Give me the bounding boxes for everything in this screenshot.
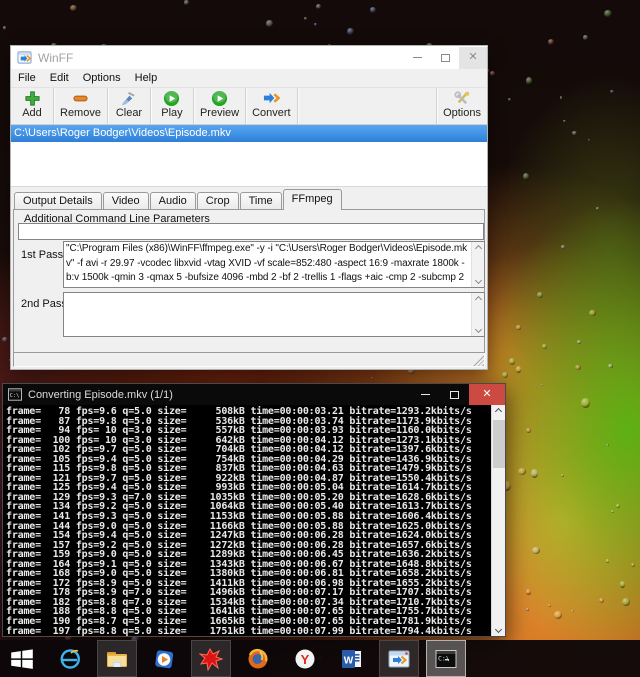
tab-ffmpeg[interactable]: FFmpeg (283, 189, 342, 210)
console-maximize-button[interactable] (440, 384, 469, 405)
second-pass-scrollbar[interactable] (471, 293, 484, 336)
status-bar (13, 352, 485, 367)
console-titlebar[interactable]: C:\ Converting Episode.mkv (1/1) ✕ (3, 384, 505, 405)
word-icon: W (340, 647, 364, 671)
svg-text:C:\: C:\ (10, 393, 19, 399)
maximize-icon (450, 391, 459, 399)
svg-text:C:\: C:\ (438, 654, 450, 662)
svg-text:W: W (344, 655, 354, 666)
tab-crop[interactable]: Crop (197, 192, 239, 209)
toolbar: Add Remove Clear Play Preview Convert (11, 87, 487, 125)
first-pass-label: 1st Pass (21, 249, 63, 261)
resize-grip[interactable] (473, 355, 484, 366)
scroll-up-icon (474, 245, 481, 252)
console-window: C:\ Converting Episode.mkv (1/1) ✕ frame… (2, 383, 506, 637)
minimize-button[interactable] (403, 47, 431, 69)
toolbar-spacer (298, 88, 436, 124)
taskbar-firefox[interactable] (238, 640, 278, 677)
remove-button[interactable]: Remove (54, 88, 107, 124)
taskbar: Y W C:\ (0, 640, 640, 677)
console-scrollbar[interactable] (491, 405, 505, 636)
taskbar-yandex-browser[interactable]: Y (285, 640, 325, 677)
window-title: WinFF (38, 51, 403, 65)
windows-logo-icon (10, 647, 34, 671)
ffmpeg-tab-panel: Additional Command Line Parameters 1st P… (13, 209, 485, 353)
second-pass-label: 2nd Pass (21, 298, 67, 310)
scroll-up-icon (495, 408, 502, 415)
first-pass-scrollbar[interactable] (471, 242, 484, 287)
options-icon (454, 90, 471, 107)
tab-time[interactable]: Time (240, 192, 282, 209)
firefox-icon (246, 647, 270, 671)
winff-titlebar[interactable]: WinFF ✕ (11, 46, 487, 69)
add-button[interactable]: Add (11, 88, 53, 124)
minimize-icon (421, 394, 430, 395)
close-icon: ✕ (468, 52, 477, 63)
taskbar-file-explorer[interactable] (97, 640, 137, 677)
minimize-icon (413, 57, 422, 58)
play-button[interactable]: Play (151, 88, 193, 124)
convert-icon (263, 90, 280, 107)
scrollbar-thumb[interactable] (493, 420, 505, 468)
maximize-button[interactable] (431, 47, 459, 69)
menu-help[interactable]: Help (128, 70, 165, 86)
media-player-icon (152, 647, 176, 671)
red-lizard-icon (199, 647, 223, 671)
close-icon: ✕ (482, 389, 491, 400)
clear-icon (120, 90, 137, 107)
command-prompt-icon: C:\ (8, 388, 22, 401)
winff-window: WinFF ✕ File Edit Options Help Add Remov… (10, 45, 488, 370)
file-list[interactable]: C:\Users\Roger Bodger\Videos\Episode.mkv (11, 125, 487, 187)
preview-button[interactable]: Preview (194, 88, 245, 124)
remove-icon (72, 90, 89, 107)
play-icon (163, 90, 180, 107)
file-list-item-selected[interactable]: C:\Users\Roger Bodger\Videos\Episode.mkv (11, 125, 487, 142)
console-close-button[interactable]: ✕ (469, 384, 505, 405)
console-title: Converting Episode.mkv (1/1) (28, 389, 411, 401)
first-pass-textarea[interactable]: "C:\Program Files (x86)\WinFF\ffmpeg.exe… (63, 241, 485, 288)
close-button[interactable]: ✕ (459, 47, 487, 69)
scroll-down-icon (474, 277, 481, 284)
command-prompt-icon: C:\ (434, 647, 458, 671)
console-output: frame= 78 fps=9.6 q=5.0 size= 508kB time… (3, 405, 505, 636)
start-button[interactable] (0, 640, 44, 677)
console-log-text: frame= 78 fps=9.6 q=5.0 size= 508kB time… (3, 405, 505, 636)
taskbar-internet-explorer[interactable] (50, 640, 90, 677)
internet-explorer-icon (58, 647, 82, 671)
menu-file[interactable]: File (11, 70, 43, 86)
preview-icon (211, 90, 228, 107)
taskbar-word[interactable]: W (332, 640, 372, 677)
convert-button[interactable]: Convert (246, 88, 297, 124)
tab-bar: Output Details Video Audio Crop Time FFm… (11, 188, 487, 209)
svg-text:Y: Y (301, 652, 310, 667)
clear-button[interactable]: Clear (108, 88, 150, 124)
yandex-browser-icon: Y (293, 647, 317, 671)
menu-options[interactable]: Options (76, 70, 128, 86)
file-explorer-icon (105, 647, 129, 671)
scroll-down-icon (495, 626, 502, 633)
winff-app-icon (17, 50, 32, 65)
taskbar-command-prompt[interactable]: C:\ (426, 640, 466, 677)
add-icon (24, 90, 41, 107)
taskbar-winff[interactable] (379, 640, 419, 677)
tab-video[interactable]: Video (103, 192, 149, 209)
maximize-icon (441, 54, 450, 62)
taskbar-red-lizard[interactable] (191, 640, 231, 677)
options-button[interactable]: Options (437, 88, 487, 124)
winff-icon (387, 647, 411, 671)
menubar: File Edit Options Help (11, 69, 487, 87)
menu-edit[interactable]: Edit (43, 70, 76, 86)
tab-audio[interactable]: Audio (150, 192, 196, 209)
additional-params-input[interactable] (18, 223, 484, 240)
tab-output-details[interactable]: Output Details (14, 192, 102, 209)
console-minimize-button[interactable] (411, 384, 440, 405)
second-pass-textarea[interactable] (63, 292, 485, 337)
scroll-up-icon (474, 296, 481, 303)
scroll-down-icon (474, 326, 481, 333)
taskbar-media-player[interactable] (144, 640, 184, 677)
